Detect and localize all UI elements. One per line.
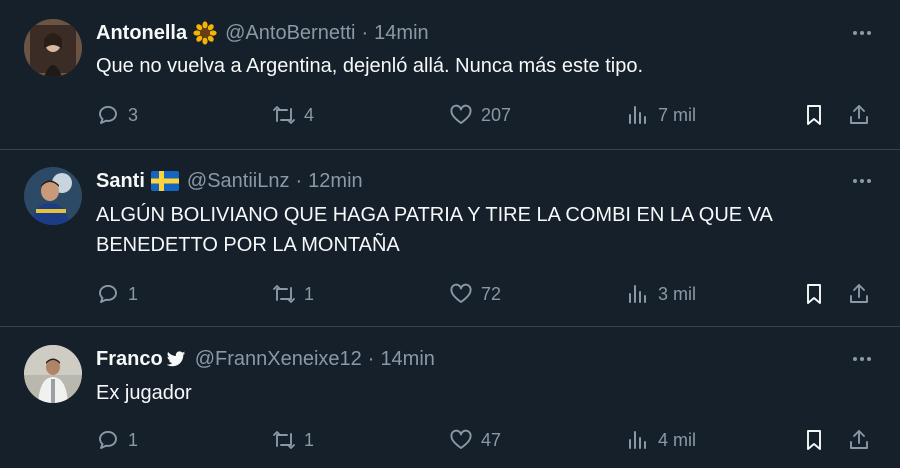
retweet-count: 4 <box>304 104 315 125</box>
timestamp[interactable]: 14min <box>380 348 434 371</box>
tweet[interactable]: Antonella @AntoBernetti · 14min Que no v… <box>0 0 900 150</box>
reply-count: 1 <box>128 283 139 304</box>
reply-icon <box>99 106 117 124</box>
sweden-flag-icon <box>150 171 179 191</box>
heart-icon <box>450 283 472 303</box>
retweet-button[interactable]: 1 <box>272 425 314 455</box>
sunflower-icon <box>193 21 217 45</box>
bird-icon <box>165 348 187 370</box>
display-name[interactable]: Santi <box>96 170 145 193</box>
retweet-icon <box>273 106 295 124</box>
view-count: 3 mil <box>658 283 697 304</box>
reply-button[interactable]: 1 <box>96 279 138 309</box>
more-options-button[interactable] <box>848 167 876 195</box>
action-bar: 3 4 207 7 mil <box>96 100 876 130</box>
like-button[interactable]: 47 <box>449 425 501 455</box>
separator-dot: · <box>361 21 369 44</box>
user-handle[interactable]: @AntoBernetti <box>225 22 355 45</box>
views-button[interactable]: 4 mil <box>626 425 696 455</box>
more-icon <box>853 31 871 35</box>
tweet-text: Ex jugador <box>96 382 192 404</box>
display-name[interactable]: Antonella <box>96 22 187 45</box>
display-name[interactable]: Franco <box>96 348 163 371</box>
retweet-count: 1 <box>304 283 315 304</box>
share-button[interactable] <box>847 100 871 130</box>
user-handle[interactable]: @FrannXeneixe12 <box>195 348 362 371</box>
share-icon <box>850 105 868 124</box>
view-count: 4 mil <box>658 429 697 450</box>
tweet-header: Santi @SantiiLnz · 12min <box>96 167 363 195</box>
like-button[interactable]: 72 <box>449 279 501 309</box>
separator-dot: · <box>295 169 303 192</box>
retweet-button[interactable]: 4 <box>272 100 314 130</box>
share-button[interactable] <box>847 425 871 455</box>
timestamp[interactable]: 14min <box>374 22 428 45</box>
retweet-icon <box>273 431 295 449</box>
tweet-header: Antonella @AntoBernetti · 14min <box>96 19 429 47</box>
reply-button[interactable]: 1 <box>96 425 138 455</box>
tweet-text: Que no vuelva a Argentina, dejenló allá.… <box>96 55 644 77</box>
bookmark-icon <box>807 105 821 125</box>
bookmark-button[interactable] <box>802 425 826 455</box>
share-icon <box>850 284 868 303</box>
tweet-header: Franco @FrannXeneixe12 · 14min <box>96 345 435 373</box>
more-options-button[interactable] <box>848 345 876 373</box>
tweet[interactable]: Santi @SantiiLnz · 12min ALGÚN BOLIVIANO… <box>0 150 900 327</box>
retweet-button[interactable]: 1 <box>272 279 314 309</box>
user-handle[interactable]: @SantiiLnz <box>187 170 290 193</box>
reply-button[interactable]: 3 <box>96 100 138 130</box>
action-bar: 1 1 72 3 mil <box>96 279 876 309</box>
like-count: 47 <box>481 429 502 450</box>
like-button[interactable]: 207 <box>449 100 511 130</box>
reply-count: 1 <box>128 429 139 450</box>
avatar[interactable] <box>24 19 82 77</box>
heart-icon <box>450 429 472 449</box>
reply-icon <box>99 431 117 449</box>
separator-dot: · <box>367 347 375 370</box>
timestamp[interactable]: 12min <box>308 170 362 193</box>
like-count: 72 <box>481 283 502 304</box>
analytics-icon <box>629 106 646 124</box>
action-bar: 1 1 47 4 mil <box>96 425 876 455</box>
analytics-icon <box>629 431 646 449</box>
avatar[interactable] <box>24 345 82 403</box>
heart-icon <box>450 104 472 124</box>
retweet-count: 1 <box>304 429 315 450</box>
bookmark-button[interactable] <box>802 100 826 130</box>
bookmark-button[interactable] <box>802 279 826 309</box>
analytics-icon <box>629 285 646 303</box>
more-icon <box>853 357 871 361</box>
bookmark-icon <box>807 430 821 450</box>
reply-count: 3 <box>128 104 139 125</box>
bookmark-icon <box>807 284 821 304</box>
retweet-icon <box>273 285 295 303</box>
like-count: 207 <box>481 104 512 125</box>
share-button[interactable] <box>847 279 871 309</box>
views-button[interactable]: 7 mil <box>626 100 696 130</box>
reply-icon <box>99 285 117 303</box>
tweet-text: ALGÚN BOLIVIANO QUE HAGA PATRIA Y TIRE L… <box>96 204 772 256</box>
more-icon <box>853 179 871 183</box>
tweet[interactable]: Franco @FrannXeneixe12 · 14min Ex jugado… <box>0 327 900 468</box>
more-options-button[interactable] <box>848 19 876 47</box>
share-icon <box>850 430 868 449</box>
view-count: 7 mil <box>658 104 697 125</box>
reply-feed: Antonella @AntoBernetti · 14min Que no v… <box>0 0 900 468</box>
views-button[interactable]: 3 mil <box>626 279 696 309</box>
avatar[interactable] <box>24 167 82 225</box>
